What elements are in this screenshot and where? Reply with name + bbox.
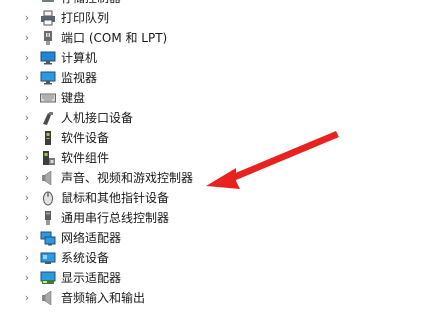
chevron-right-icon[interactable]: › xyxy=(20,68,34,88)
network-adapter-icon xyxy=(40,230,56,246)
tree-item-software-devices[interactable]: › 软件设备 xyxy=(0,128,431,148)
tree-item-label: 端口 (COM 和 LPT) xyxy=(61,31,168,45)
tree-item-keyboards[interactable]: › 键盘 xyxy=(0,88,431,108)
tree-item-label: 网络适配器 xyxy=(61,231,122,245)
tree-item-monitors[interactable]: › 监视器 xyxy=(0,68,431,88)
chevron-right-icon[interactable]: › xyxy=(20,28,34,48)
chevron-right-icon[interactable]: › xyxy=(20,208,34,228)
tree-item-label: 打印队列 xyxy=(61,11,110,25)
chevron-right-icon[interactable]: › xyxy=(20,188,34,208)
software-device-icon xyxy=(40,130,56,146)
tree-item-network-adapters[interactable]: › 网络适配器 xyxy=(0,228,431,248)
speaker-icon xyxy=(40,170,56,186)
tree-item-audio-inputs-outputs[interactable]: › 音频输入和输出 xyxy=(0,288,431,308)
display-adapter-icon xyxy=(40,270,56,286)
tree-item-label: 系统设备 xyxy=(61,251,110,265)
storage-controller-icon xyxy=(40,0,56,6)
tree-item-mice-pointing-devices[interactable]: › 鼠标和其他指针设备 xyxy=(0,188,431,208)
software-component-icon xyxy=(40,150,56,166)
chevron-right-icon[interactable]: › xyxy=(20,268,34,288)
usb-connector-icon xyxy=(40,210,56,226)
tree-item-computer[interactable]: › 计算机 xyxy=(0,48,431,68)
tree-item-label: 软件组件 xyxy=(61,151,110,165)
tree-item-label: 监视器 xyxy=(61,71,98,85)
tree-item-usb-controllers[interactable]: › 通用串行总线控制器 xyxy=(0,208,431,228)
tree-item-human-interface-devices[interactable]: › 人机接口设备 xyxy=(0,108,431,128)
chevron-right-icon[interactable]: › xyxy=(20,128,34,148)
tree-item-sound-video-game-controllers[interactable]: › 声音、视频和游戏控制器 xyxy=(0,168,431,188)
device-tree: › 存储控制器 › 打印队列 › 端口 (COM 和 LPT) › 计算机 › … xyxy=(0,0,431,308)
audio-io-icon xyxy=(40,290,56,306)
tree-item-system-devices[interactable]: › 系统设备 xyxy=(0,248,431,268)
tree-item-print-queues[interactable]: › 打印队列 xyxy=(0,8,431,28)
tree-item-storage-controllers[interactable]: › 存储控制器 xyxy=(0,0,431,8)
keyboard-icon xyxy=(40,90,56,106)
tree-item-label: 键盘 xyxy=(61,91,86,105)
chevron-right-icon[interactable]: › xyxy=(20,168,34,188)
chevron-right-icon[interactable]: › xyxy=(20,8,34,28)
printer-icon xyxy=(40,10,56,26)
chevron-right-icon[interactable]: › xyxy=(20,148,34,168)
tree-item-software-components[interactable]: › 软件组件 xyxy=(0,148,431,168)
tree-item-label: 显示适配器 xyxy=(61,271,122,285)
chevron-right-icon[interactable]: › xyxy=(20,108,34,128)
system-device-icon xyxy=(40,250,56,266)
chevron-right-icon[interactable]: › xyxy=(20,88,34,108)
tree-item-label: 音频输入和输出 xyxy=(61,291,146,305)
tree-item-label: 计算机 xyxy=(61,51,98,65)
computer-icon xyxy=(40,50,56,66)
monitor-icon xyxy=(40,70,56,86)
tree-item-label: 通用串行总线控制器 xyxy=(61,211,170,225)
hid-device-icon xyxy=(40,110,56,126)
tree-item-ports[interactable]: › 端口 (COM 和 LPT) xyxy=(0,28,431,48)
tree-item-label: 存储控制器 xyxy=(61,0,121,8)
tree-item-label: 人机接口设备 xyxy=(61,111,134,125)
port-connector-icon xyxy=(40,30,56,46)
mouse-icon xyxy=(40,190,56,206)
chevron-right-icon[interactable]: › xyxy=(20,48,34,68)
chevron-right-icon[interactable]: › xyxy=(20,0,34,8)
chevron-right-icon[interactable]: › xyxy=(20,288,34,308)
tree-item-label: 软件设备 xyxy=(61,131,110,145)
tree-item-label: 鼠标和其他指针设备 xyxy=(61,191,170,205)
chevron-right-icon[interactable]: › xyxy=(20,228,34,248)
tree-item-label: 声音、视频和游戏控制器 xyxy=(61,171,194,185)
tree-item-display-adapters[interactable]: › 显示适配器 xyxy=(0,268,431,288)
chevron-right-icon[interactable]: › xyxy=(20,248,34,268)
